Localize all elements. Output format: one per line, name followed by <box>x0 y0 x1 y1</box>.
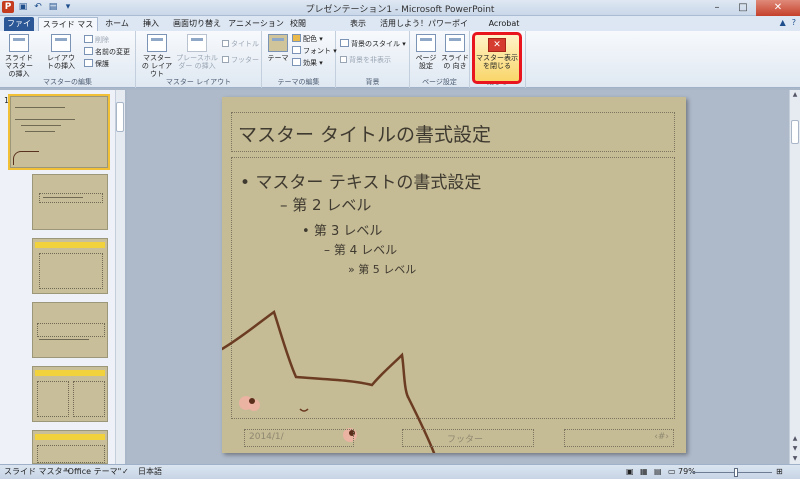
themes-button[interactable]: テーマ <box>266 34 290 62</box>
title-checkbox[interactable]: タイトル <box>222 39 259 49</box>
insert-slide-master-button[interactable]: スライド マスターの挿入 <box>2 34 36 78</box>
page-setup-icon <box>416 34 436 52</box>
delete-button[interactable]: 削除 <box>84 35 109 45</box>
colors-button[interactable]: 配色 ▾ <box>292 34 323 44</box>
close-master-view-button[interactable]: ✕ マスター表示 を閉じる <box>472 32 522 84</box>
tab-file[interactable]: ファイル <box>4 17 34 41</box>
fonts-button[interactable]: フォント ▾ <box>292 46 337 56</box>
themes-icon <box>268 34 288 52</box>
title-check-icon <box>222 40 229 47</box>
group-background: 背景のスタイル ▾ 背景を非表示 背景 <box>336 31 410 88</box>
master-layout-button[interactable]: マスターの レイアウト <box>140 34 174 78</box>
insert-layout-button[interactable]: レイアウトの挿入 <box>44 34 78 70</box>
page-setup-button[interactable]: ページ 設定 <box>413 34 439 70</box>
scroll-down-page-icon[interactable]: ▼ <box>790 444 800 454</box>
slideshow-icon[interactable]: ▭ <box>668 465 676 479</box>
thumbnail-number: 1 <box>4 96 10 105</box>
slide-number-text: ‹#› <box>654 432 669 442</box>
close-window-icon[interactable]: ✕ <box>756 0 800 16</box>
background-styles-button[interactable]: 背景のスタイル ▾ <box>340 39 406 49</box>
footer-checkbox[interactable]: フッター <box>222 55 259 65</box>
normal-view-icon[interactable]: ▣ <box>626 465 634 479</box>
status-view: スライド マスター <box>4 467 71 476</box>
scroll-up-icon[interactable]: ▲ <box>790 90 800 100</box>
thumbnail-pane[interactable]: 1 <box>0 90 126 464</box>
zoom-slider-handle[interactable] <box>734 468 738 477</box>
tab-animations[interactable]: アニメーション <box>228 17 284 31</box>
date-placeholder[interactable]: 2014/1/ <box>244 429 354 447</box>
effects-icon <box>292 58 301 66</box>
group-page-setup: ページ 設定 スライドの 向き ページ設定 <box>410 31 470 88</box>
slide-sorter-icon[interactable]: ▦ <box>640 465 648 479</box>
thumbnail-layout-5[interactable] <box>32 430 108 464</box>
group-master-edit: スライド マスターの挿入 レイアウトの挿入 削除 名前の変更 保護 マスターの編… <box>0 31 136 88</box>
scroll-up-page-icon[interactable]: ▲ <box>790 434 800 444</box>
hide-background-checkbox[interactable]: 背景を非表示 <box>340 55 391 65</box>
thumbnail-layout-2[interactable] <box>32 238 108 294</box>
tab-slide-master[interactable]: スライド マスター <box>38 17 98 42</box>
close-master-icon: ✕ <box>488 38 506 52</box>
slide-orientation-button[interactable]: スライドの 向き <box>441 34 469 70</box>
slide-master-preview[interactable]: マスター タイトルの書式設定 • マスター テキストの書式設定 – 第 2 レベ… <box>222 97 686 453</box>
tab-transitions[interactable]: 画面切り替え <box>168 17 226 31</box>
group-master-layout: マスターの レイアウト プレースホルダー の挿入 タイトル フッター マスター … <box>136 31 262 88</box>
insert-placeholder-button[interactable]: プレースホルダー の挿入 <box>176 34 218 70</box>
minimize-ribbon-icon[interactable]: ▲ <box>780 18 786 27</box>
main-scroll-thumb[interactable] <box>791 120 799 144</box>
footer-check-icon <box>222 56 229 63</box>
ribbon-tabs: ファイル スライド マスター ホーム 挿入 画面切り替え アニメーション 校閲 … <box>0 16 800 42</box>
tab-katsuyou[interactable]: 活用しよう！パワーポイント <box>378 17 470 41</box>
spellcheck-icon[interactable]: ✓ <box>122 465 129 479</box>
cat-illustration <box>222 309 436 453</box>
tab-acrobat[interactable]: Acrobat <box>484 17 524 31</box>
slide-orientation-icon <box>445 34 465 52</box>
help-icon[interactable]: ? <box>792 18 796 27</box>
rename-button[interactable]: 名前の変更 <box>84 47 130 57</box>
tab-home[interactable]: ホーム <box>100 17 134 31</box>
title-bar: P ▣ ↶ ▤ ▾ プレゼンテーション1 - Microsoft PowerPo… <box>0 0 800 16</box>
tab-insert[interactable]: 挿入 <box>136 17 166 31</box>
thumbnail-layout-4[interactable] <box>32 366 108 422</box>
group-theme-edit: テーマ 配色 ▾ フォント ▾ 効果 ▾ テーマの編集 <box>262 31 337 88</box>
tab-review[interactable]: 校閲 <box>286 17 310 31</box>
footer-placeholder[interactable]: フッター <box>402 429 534 447</box>
slide-number-placeholder[interactable]: ‹#› <box>564 429 674 447</box>
thumbnail-scrollbar[interactable] <box>115 90 125 464</box>
slide-master-icon <box>9 34 29 52</box>
thumbnail-master[interactable] <box>8 94 110 170</box>
thumbnail-layout-3[interactable] <box>32 302 108 358</box>
hide-background-check-icon <box>340 56 347 63</box>
status-language[interactable]: 日本語 <box>138 465 162 479</box>
rename-icon <box>84 47 93 55</box>
preserve-icon <box>84 59 93 67</box>
window-title: プレゼンテーション1 - Microsoft PowerPoint <box>305 5 495 15</box>
minimize-icon[interactable]: – <box>704 0 730 16</box>
ribbon: スライド マスターの挿入 レイアウトの挿入 削除 名前の変更 保護 マスターの編… <box>0 31 800 88</box>
footer-text: フッター <box>447 435 484 445</box>
layout-icon <box>51 34 71 52</box>
preserve-button[interactable]: 保護 <box>84 59 109 69</box>
master-layout-icon <box>147 34 167 52</box>
delete-icon <box>84 35 93 43</box>
main-scrollbar[interactable]: ▲ ▲ ▼ ▼ <box>789 90 800 464</box>
colors-icon <box>292 34 301 42</box>
reading-view-icon[interactable]: ▤ <box>654 465 662 479</box>
maximize-icon[interactable]: □ <box>730 0 756 16</box>
fonts-icon <box>292 46 301 54</box>
fit-to-window-icon[interactable]: ⊞ <box>776 465 783 479</box>
background-styles-icon <box>340 39 349 47</box>
placeholder-icon <box>187 34 207 52</box>
zoom-slider[interactable] <box>692 472 772 473</box>
status-bar: スライド マスター "Office テーマ" ✓ 日本語 ▣ ▦ ▤ ▭ 79%… <box>0 464 800 479</box>
scroll-down-icon[interactable]: ▼ <box>790 454 800 464</box>
thumbnail-layout-1[interactable] <box>32 174 108 230</box>
thumbnail-scroll-thumb[interactable] <box>116 102 124 132</box>
status-theme: "Office テーマ" <box>64 467 122 476</box>
tab-view[interactable]: 表示 <box>346 17 370 31</box>
effects-button[interactable]: 効果 ▾ <box>292 58 323 68</box>
date-text: 2014/1/ <box>249 432 284 442</box>
